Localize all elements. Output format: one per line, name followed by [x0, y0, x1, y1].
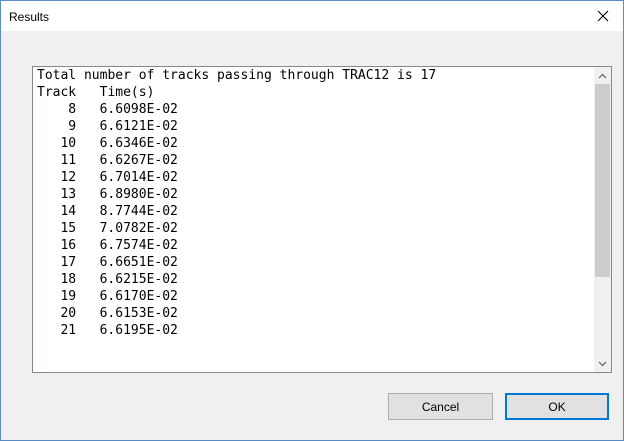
table-row: 10 6.6346E-02: [37, 135, 593, 152]
close-button[interactable]: [583, 1, 623, 31]
track-number: 11: [60, 153, 77, 168]
track-number: 10: [60, 136, 77, 151]
time-value: 6.6098E-02: [99, 102, 178, 117]
time-value: 6.8980E-02: [99, 187, 178, 202]
table-row: 15 7.0782E-02: [37, 220, 593, 237]
scroll-thumb[interactable]: [595, 84, 610, 277]
track-number: 21: [60, 323, 77, 338]
track-number: 17: [60, 255, 77, 270]
summary-line: Total number of tracks passing through T…: [37, 68, 437, 83]
table-row: 9 6.6121E-02: [37, 118, 593, 135]
time-value: 6.6267E-02: [99, 153, 178, 168]
table-row: 19 6.6170E-02: [37, 288, 593, 305]
track-number: 19: [60, 289, 77, 304]
window-title: Results: [9, 10, 50, 24]
table-row: 20 6.6153E-02: [37, 305, 593, 322]
time-value: 6.6215E-02: [99, 272, 178, 287]
table-row: 11 6.6267E-02: [37, 152, 593, 169]
time-value: 6.6195E-02: [99, 323, 178, 338]
time-value: 7.0782E-02: [99, 221, 178, 236]
track-number: 12: [60, 170, 77, 185]
results-text[interactable]: Total number of tracks passing through T…: [33, 67, 593, 372]
chevron-down-icon: [598, 361, 607, 366]
time-value: 6.7014E-02: [99, 170, 178, 185]
table-row: 13 6.8980E-02: [37, 186, 593, 203]
table-row: 14 8.7744E-02: [37, 203, 593, 220]
column-header-time: Time(s): [99, 85, 155, 100]
time-value: 6.6170E-02: [99, 289, 178, 304]
vertical-scrollbar[interactable]: [594, 67, 611, 372]
track-number: 14: [60, 204, 77, 219]
track-number: 15: [60, 221, 77, 236]
time-value: 6.7574E-02: [99, 238, 178, 253]
table-row: 18 6.6215E-02: [37, 271, 593, 288]
result-rows: 8 6.6098E-02 9 6.6121E-02 10 6.6346E-02 11 …: [37, 101, 593, 339]
results-output-box[interactable]: Total number of tracks passing through T…: [32, 66, 612, 373]
table-row: 17 6.6651E-02: [37, 254, 593, 271]
table-row: 12 6.7014E-02: [37, 169, 593, 186]
track-number: 9: [68, 119, 77, 134]
column-header-track: Track: [37, 85, 77, 100]
table-row: 8 6.6098E-02: [37, 101, 593, 118]
table-row: 21 6.6195E-02: [37, 322, 593, 339]
track-number: 18: [60, 272, 77, 287]
chevron-up-icon: [598, 73, 607, 78]
scroll-up-button[interactable]: [594, 67, 611, 84]
ok-button[interactable]: OK: [505, 393, 609, 420]
track-number: 13: [60, 187, 77, 202]
cancel-button[interactable]: Cancel: [388, 393, 493, 420]
track-number: 8: [68, 102, 77, 117]
title-bar[interactable]: Results: [1, 1, 623, 31]
close-icon: [597, 10, 609, 22]
track-number: 20: [60, 306, 77, 321]
column-header-line: Track Time(s): [37, 84, 593, 101]
time-value: 6.6121E-02: [99, 119, 178, 134]
time-value: 6.6651E-02: [99, 255, 178, 270]
time-value: 6.6346E-02: [99, 136, 178, 151]
results-dialog: Results Total number of tracks passing t…: [0, 0, 624, 441]
table-row: 16 6.7574E-02: [37, 237, 593, 254]
time-value: 6.6153E-02: [99, 306, 178, 321]
time-value: 8.7744E-02: [99, 204, 178, 219]
scroll-down-button[interactable]: [594, 355, 611, 372]
track-number: 16: [60, 238, 77, 253]
